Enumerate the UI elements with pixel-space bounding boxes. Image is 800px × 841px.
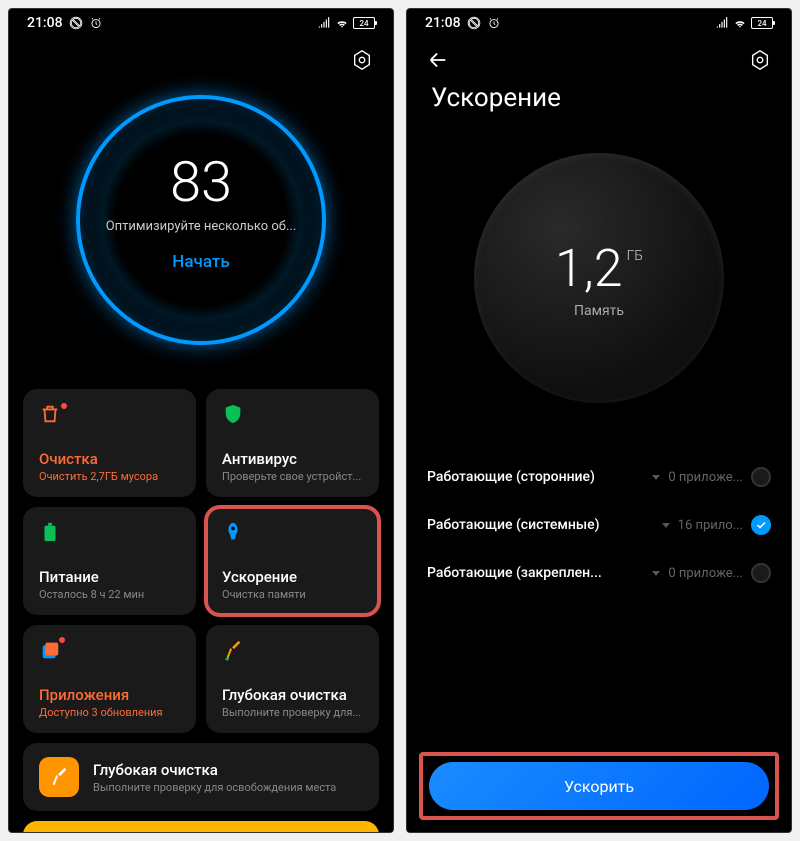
security-app-screen: 21:08 24 83 Оптимизируйте несколько об..… bbox=[8, 8, 394, 833]
broom-icon bbox=[222, 639, 244, 661]
app-category-row[interactable]: Работающие (сторонние) 0 приложе... bbox=[427, 453, 771, 501]
tile-title: Очистка bbox=[39, 450, 180, 468]
checkbox-empty[interactable] bbox=[751, 467, 771, 487]
boost-button-container: Ускорить bbox=[421, 754, 777, 818]
category-label: Работающие (сторонние) bbox=[427, 469, 595, 485]
security-score-hint: Оптимизируйте несколько об... bbox=[106, 219, 297, 234]
deep-clean-sub: Выполните проверку для освобождения мест… bbox=[93, 781, 363, 794]
back-icon[interactable] bbox=[427, 49, 449, 71]
chevron-down-icon bbox=[652, 475, 660, 480]
tile-title: Глубокая очистка bbox=[222, 686, 363, 704]
security-score-ring[interactable]: 83 Оптимизируйте несколько об... Начать bbox=[66, 85, 336, 355]
category-label: Работающие (системные) bbox=[427, 517, 600, 533]
tile-sub: Проверьте свое устройст... bbox=[222, 470, 363, 483]
battery-icon: 24 bbox=[751, 17, 773, 29]
tile-apps[interactable]: Приложения Доступно 3 обновления bbox=[23, 625, 196, 733]
status-time: 21:08 bbox=[27, 15, 63, 31]
tile-sub: Доступно 3 обновления bbox=[39, 706, 180, 719]
alarm-icon bbox=[487, 16, 501, 30]
memory-value: 1,2 bbox=[555, 238, 623, 299]
dnd-icon bbox=[69, 16, 83, 30]
tile-sub: Осталось 8 ч 22 мин bbox=[39, 588, 180, 601]
app-category-row[interactable]: Работающие (закреплен... 0 приложе... bbox=[427, 549, 771, 597]
alarm-icon bbox=[89, 16, 103, 30]
app-count: 16 прило... bbox=[678, 518, 743, 533]
memory-unit: ГБ bbox=[627, 248, 644, 264]
tile-cleaner[interactable]: Очистка Очистить 2,7ГБ мусора bbox=[23, 389, 196, 497]
tile-sub: Очистка памяти bbox=[222, 588, 363, 601]
promo-strip[interactable] bbox=[23, 821, 379, 833]
category-label: Работающие (закреплен... bbox=[427, 565, 602, 581]
settings-icon[interactable] bbox=[351, 49, 373, 71]
shield-icon bbox=[222, 403, 244, 425]
optimize-button[interactable]: Начать bbox=[172, 252, 229, 272]
deep-clean-card[interactable]: Глубокая очистка Выполните проверку для … bbox=[23, 743, 379, 811]
feature-grid: Очистка Очистить 2,7ГБ мусора Антивирус Пр… bbox=[9, 375, 393, 743]
tile-battery[interactable]: Питание Осталось 8 ч 22 мин bbox=[23, 507, 196, 615]
running-apps-list: Работающие (сторонние) 0 приложе... Рабо… bbox=[407, 433, 791, 597]
signal-icon bbox=[715, 16, 729, 30]
deep-clean-title: Глубокая очистка bbox=[93, 761, 363, 779]
chevron-down-icon bbox=[652, 571, 660, 576]
tile-title: Питание bbox=[39, 568, 180, 586]
boost-button[interactable]: Ускорить bbox=[429, 762, 769, 810]
trash-icon bbox=[39, 403, 61, 425]
apps-icon bbox=[39, 639, 61, 661]
checkbox-empty[interactable] bbox=[751, 563, 771, 583]
broom-icon bbox=[39, 757, 79, 797]
status-bar: 21:08 24 bbox=[9, 9, 393, 35]
tile-antivirus[interactable]: Антивирус Проверьте свое устройст... bbox=[206, 389, 379, 497]
memory-gauge: 1,2 ГБ Память bbox=[474, 153, 724, 403]
tile-title: Ускорение bbox=[222, 568, 363, 586]
app-count: 0 приложе... bbox=[668, 566, 743, 581]
boost-screen: 21:08 24 Ускорение 1,2 ГБ Память Работаю… bbox=[406, 8, 792, 833]
wifi-icon bbox=[335, 16, 349, 30]
page-title: Ускорение bbox=[407, 75, 791, 133]
app-count: 0 приложе... bbox=[668, 470, 743, 485]
checkbox-checked[interactable] bbox=[751, 515, 771, 535]
battery-icon: 24 bbox=[353, 17, 375, 29]
tile-title: Приложения bbox=[39, 686, 180, 704]
memory-label: Память bbox=[574, 303, 624, 319]
tile-sub: Очистить 2,7ГБ мусора bbox=[39, 470, 180, 483]
security-score-value: 83 bbox=[170, 149, 232, 215]
status-time: 21:08 bbox=[425, 15, 461, 31]
rocket-icon bbox=[222, 521, 244, 543]
status-bar: 21:08 24 bbox=[407, 9, 791, 35]
chevron-down-icon bbox=[662, 523, 670, 528]
signal-icon bbox=[317, 16, 331, 30]
tile-boost[interactable]: Ускорение Очистка памяти bbox=[206, 507, 379, 615]
tile-sub: Выполните проверку для... bbox=[222, 706, 363, 719]
settings-icon[interactable] bbox=[749, 49, 771, 71]
tile-title: Антивирус bbox=[222, 450, 363, 468]
wifi-icon bbox=[733, 16, 747, 30]
battery-icon bbox=[39, 521, 61, 543]
dnd-icon bbox=[467, 16, 481, 30]
tile-deep-clean[interactable]: Глубокая очистка Выполните проверку для..… bbox=[206, 625, 379, 733]
app-category-row[interactable]: Работающие (системные) 16 прило... bbox=[427, 501, 771, 549]
